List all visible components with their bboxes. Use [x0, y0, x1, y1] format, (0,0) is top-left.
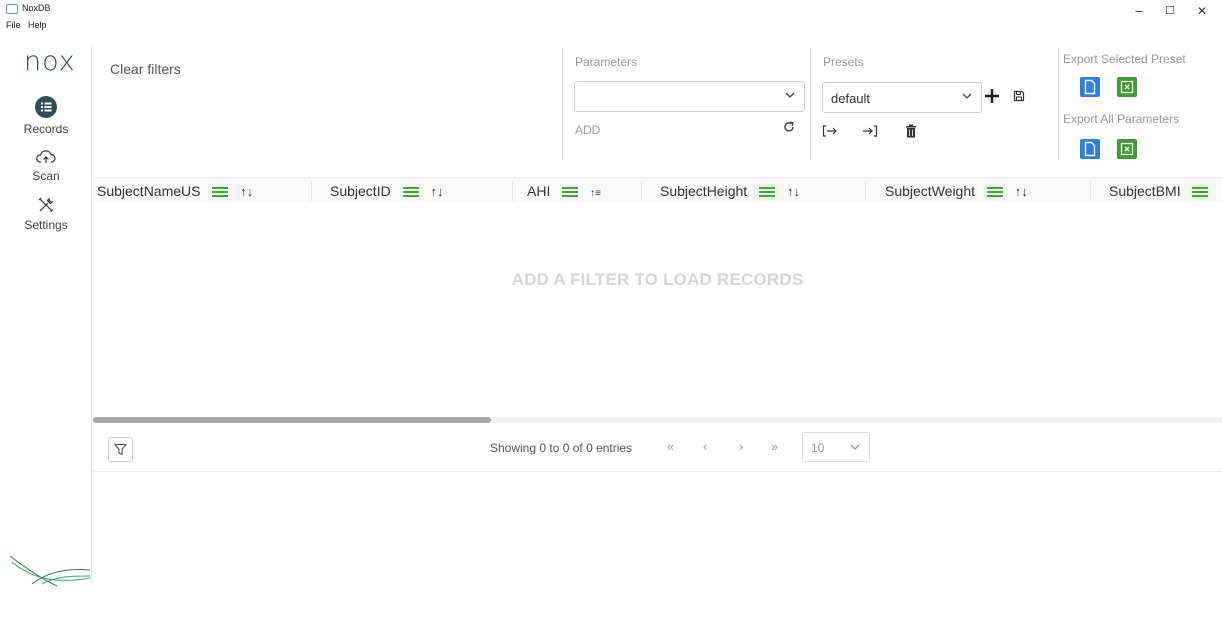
entries-summary: Showing 0 to 0 of 0 entries	[490, 441, 633, 455]
sort-icon[interactable]: ↑↓	[1015, 179, 1028, 205]
column-menu-icon[interactable]	[562, 187, 579, 198]
export-all-excel-button[interactable]	[1117, 139, 1137, 159]
column-title: SubjectHeight	[660, 183, 748, 199]
table-header: SubjectNameUS ↑↓ SubjectID ↑↓ AHI ↑≡ Sub…	[93, 177, 1222, 203]
empty-table-message: ADD A FILTER TO LOAD RECORDS	[511, 270, 804, 289]
scrollbar-thumb[interactable]	[93, 417, 491, 423]
menu-help[interactable]: Help	[28, 20, 47, 30]
column-title: SubjectWeight	[885, 183, 976, 199]
column-divider	[865, 182, 866, 201]
column-header[interactable]: AHI ↑≡	[527, 178, 601, 204]
column-header[interactable]: SubjectID ↑↓	[330, 178, 443, 204]
column-title: SubjectID	[330, 183, 391, 199]
sidebar-item-label: Scan	[32, 169, 60, 183]
column-header[interactable]: SubjectHeight ↑↓	[660, 178, 800, 204]
next-page-button[interactable]: ›	[739, 439, 743, 454]
excel-icon	[1120, 80, 1134, 94]
nox-logo: nox	[24, 46, 76, 77]
export-selected-csv-button[interactable]	[1080, 77, 1100, 97]
add-preset-icon[interactable]	[983, 87, 1001, 105]
column-title: SubjectNameUS	[97, 183, 201, 199]
document-icon	[1084, 141, 1096, 157]
column-header[interactable]: SubjectNameUS ↑↓	[97, 178, 253, 204]
save-icon[interactable]	[1013, 90, 1025, 102]
presets-select[interactable]: default	[822, 82, 982, 113]
list-icon	[35, 96, 57, 118]
column-divider	[311, 182, 312, 201]
add-parameter-button[interactable]: ADD	[575, 123, 600, 137]
menu-file[interactable]: File	[6, 20, 21, 30]
chevron-down-icon	[962, 93, 972, 99]
parameters-select[interactable]	[574, 81, 805, 112]
chevron-down-icon	[850, 444, 860, 450]
minimize-button[interactable]: –	[1124, 2, 1154, 20]
export-selected-label: Export Selected Preset	[1063, 52, 1186, 66]
column-menu-icon[interactable]	[212, 187, 229, 198]
chevron-down-icon	[785, 92, 795, 98]
maximize-button[interactable]: ☐	[1155, 2, 1185, 20]
column-header[interactable]: SubjectBMI	[1109, 178, 1209, 204]
excel-icon	[1120, 142, 1134, 156]
sort-icon[interactable]: ↑↓	[787, 179, 800, 205]
column-divider	[641, 182, 642, 201]
sort-icon[interactable]: ↑↓	[430, 179, 443, 205]
sidebar-item-scan[interactable]: Scan	[0, 149, 92, 183]
menu-bar: File Help	[6, 20, 52, 30]
column-menu-icon[interactable]	[1192, 187, 1209, 198]
sidebar-item-label: Settings	[24, 218, 68, 232]
title-bar: NoxDB – ☐ ✕	[0, 0, 1222, 20]
export-all-csv-button[interactable]	[1080, 139, 1100, 159]
column-menu-icon[interactable]	[986, 187, 1003, 198]
filter-icon	[113, 443, 128, 456]
export-selected-excel-button[interactable]	[1117, 77, 1137, 97]
sidebar-item-settings[interactable]: Settings	[0, 196, 92, 232]
delete-icon[interactable]	[905, 124, 917, 138]
filter-button[interactable]	[108, 437, 133, 462]
column-title: AHI	[527, 183, 551, 199]
sort-icon[interactable]: ↑↓	[240, 179, 253, 205]
parameters-label: Parameters	[575, 55, 638, 69]
last-page-button[interactable]: »	[771, 439, 778, 454]
column-title: SubjectBMI	[1109, 183, 1181, 199]
window-title: NoxDB	[22, 3, 51, 13]
tools-icon	[38, 197, 54, 213]
divider	[1058, 48, 1059, 160]
app-icon	[6, 4, 18, 14]
column-menu-icon[interactable]	[402, 187, 419, 198]
filter-toolbar: Clear filters Parameters ADD Presets def…	[93, 44, 1222, 164]
divider	[562, 48, 563, 160]
page-size-value: 10	[811, 441, 825, 455]
cloud-upload-icon	[36, 150, 56, 163]
prev-page-button[interactable]: ‹	[703, 439, 707, 454]
refresh-icon[interactable]	[783, 121, 795, 133]
divider	[810, 48, 811, 160]
sort-ascending-icon[interactable]: ↑≡	[590, 181, 601, 207]
column-menu-icon[interactable]	[759, 187, 776, 198]
close-button[interactable]: ✕	[1187, 2, 1217, 20]
export-preset-icon[interactable]	[862, 124, 878, 138]
column-header[interactable]: SubjectWeight ↑↓	[885, 178, 1028, 204]
first-page-button[interactable]: «	[667, 439, 674, 454]
sidebar-item-records[interactable]: Records	[0, 96, 92, 136]
import-preset-icon[interactable]	[822, 124, 838, 138]
column-divider	[512, 182, 513, 201]
table-footer: Showing 0 to 0 of 0 entries « ‹ › » 10	[93, 424, 1222, 472]
clear-filters-button[interactable]: Clear filters	[110, 61, 181, 77]
sidebar: nox Records Scan Settings	[0, 44, 92, 587]
sidebar-item-label: Records	[23, 122, 69, 136]
column-divider	[1090, 182, 1091, 201]
presets-select-value: default	[831, 91, 871, 106]
export-all-label: Export All Parameters	[1063, 112, 1180, 126]
presets-label: Presets	[823, 55, 864, 69]
page-size-select[interactable]: 10	[802, 432, 870, 462]
brand-swoosh-graphic	[9, 555, 91, 587]
document-icon	[1084, 79, 1096, 95]
